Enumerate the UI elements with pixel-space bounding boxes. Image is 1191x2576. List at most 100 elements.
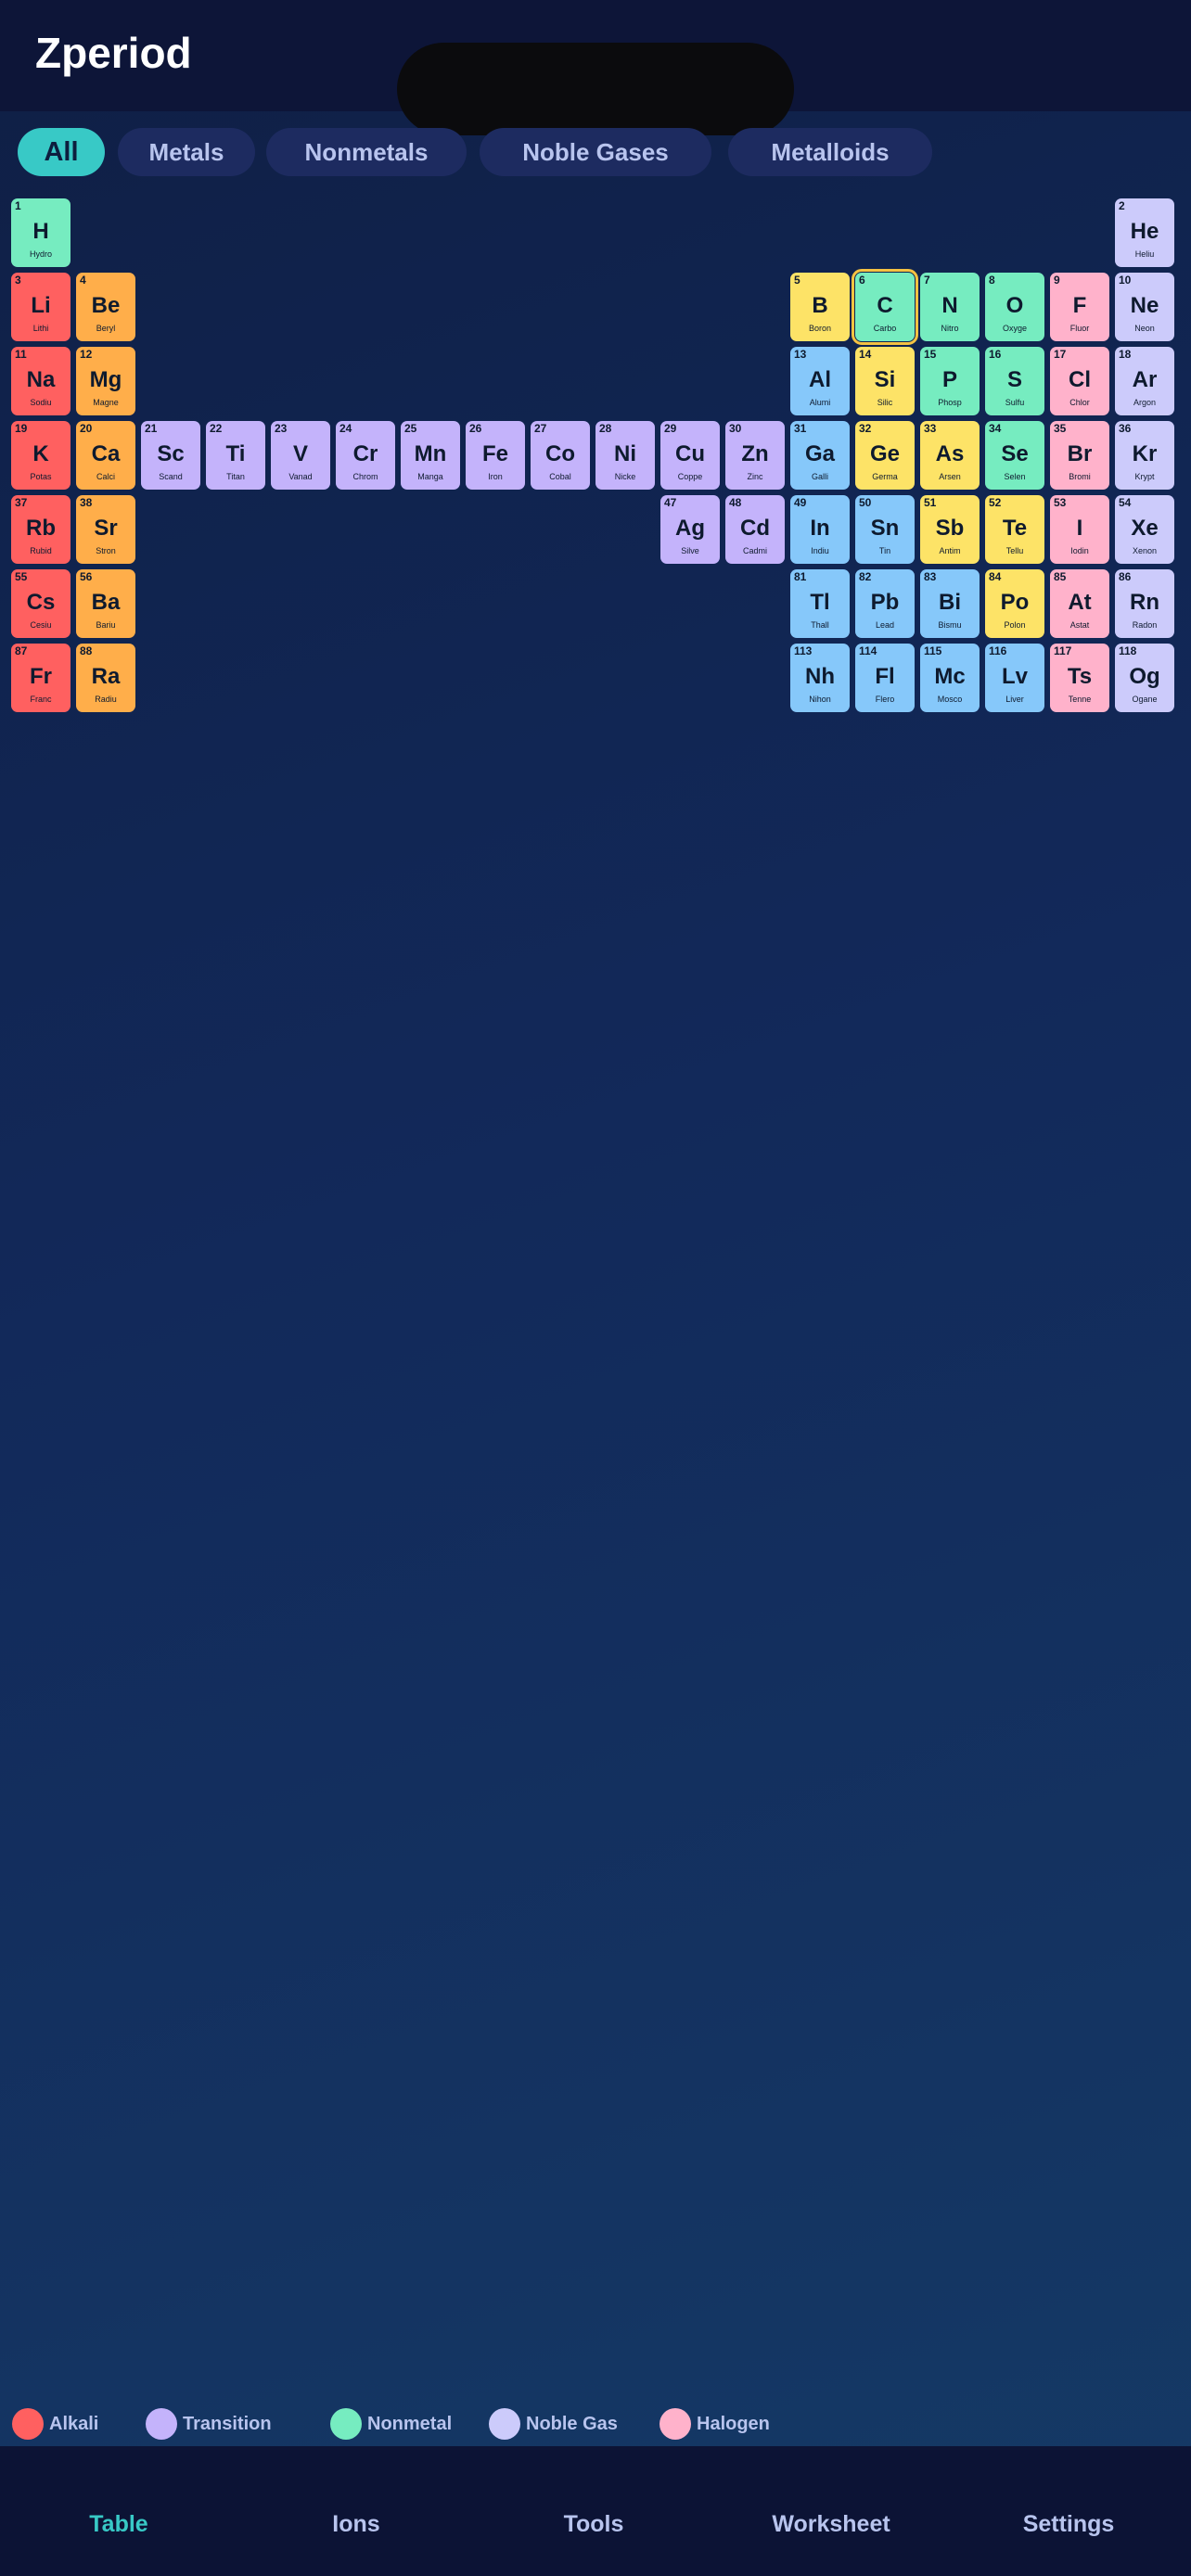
filter-chip-metals[interactable]: Metals <box>118 128 255 176</box>
element-cell-sc[interactable]: 21 Sc Scand <box>141 421 200 490</box>
element-cell-cd[interactable]: 48 Cd Cadmi <box>725 495 785 564</box>
element-symbol: Ge <box>869 441 900 466</box>
element-cell-mn[interactable]: 25 Mn Manga <box>401 421 460 490</box>
element-symbol: Al <box>809 367 831 392</box>
filter-chip-all[interactable]: All <box>18 128 105 176</box>
tab-table[interactable]: Table <box>26 2511 211 2538</box>
element-cell-xe[interactable]: 54 Xe Xenon <box>1115 495 1174 564</box>
element-cell-cr[interactable]: 24 Cr Chrom <box>336 421 395 490</box>
element-cell-fl[interactable]: 114 Fl Flero <box>855 644 915 712</box>
element-number: 2 <box>1119 199 1125 212</box>
element-cell-as[interactable]: 33 As Arsen <box>920 421 980 490</box>
element-cell-nh[interactable]: 113 Nh Nihon <box>790 644 850 712</box>
filter-chip-noble-gases[interactable]: Noble Gases <box>480 128 711 176</box>
element-cell-fr[interactable]: 87 Fr Franc <box>11 644 70 712</box>
element-cell-te[interactable]: 52 Te Tellu <box>985 495 1044 564</box>
element-cell-ra[interactable]: 88 Ra Radiu <box>76 644 135 712</box>
filter-chip-metalloids[interactable]: Metalloids <box>728 128 932 176</box>
element-symbol: P <box>941 367 957 392</box>
element-cell-bi[interactable]: 83 Bi Bismu <box>920 569 980 638</box>
element-cell-be[interactable]: 4 Be Beryl <box>76 273 135 341</box>
element-cell-v[interactable]: 23 V Vanad <box>271 421 330 490</box>
element-symbol: Po <box>1000 590 1030 615</box>
element-cell-se[interactable]: 34 Se Selen <box>985 421 1044 490</box>
element-cell-rn[interactable]: 86 Rn Radon <box>1115 569 1174 638</box>
element-number: 85 <box>1054 570 1067 583</box>
element-cell-c[interactable]: 6 C Carbo <box>852 269 918 345</box>
element-number: 14 <box>859 348 872 361</box>
element-cell-i[interactable]: 53 I Iodin <box>1050 495 1109 564</box>
element-symbol: Mn <box>414 441 447 466</box>
element-cell-kr[interactable]: 36 Kr Krypt <box>1115 421 1174 490</box>
element-symbol: I <box>1076 516 1083 541</box>
element-cell-mc[interactable]: 115 Mc Mosco <box>920 644 980 712</box>
element-cell-ne[interactable]: 10 Ne Neon <box>1115 273 1174 341</box>
element-cell-lv[interactable]: 116 Lv Liver <box>985 644 1044 712</box>
element-cell-n[interactable]: 7 N Nitro <box>920 273 980 341</box>
element-number: 27 <box>534 422 547 435</box>
element-cell-he[interactable]: 2 He Heliu <box>1115 198 1174 267</box>
element-cell-at[interactable]: 85 At Astat <box>1050 569 1109 638</box>
element-cell-ga[interactable]: 31 Ga Galli <box>790 421 850 490</box>
element-cell-og[interactable]: 118 Og Ogane <box>1115 644 1174 712</box>
tab-settings[interactable]: Settings <box>976 2511 1161 2538</box>
element-name: Sodiu <box>30 398 52 407</box>
element-cell-sb[interactable]: 51 Sb Antim <box>920 495 980 564</box>
element-cell-na[interactable]: 11 Na Sodiu <box>11 347 70 415</box>
element-name: Sulfu <box>1005 398 1025 407</box>
tab-worksheet[interactable]: Worksheet <box>738 2511 924 2538</box>
element-cell-ca[interactable]: 20 Ca Calci <box>76 421 135 490</box>
element-number: 4 <box>80 274 86 287</box>
element-cell-b[interactable]: 5 B Boron <box>790 273 850 341</box>
element-cell-mg[interactable]: 12 Mg Magne <box>76 347 135 415</box>
element-cell-cu[interactable]: 29 Cu Coppe <box>660 421 720 490</box>
element-cell-li[interactable]: 3 Li Lithi <box>11 273 70 341</box>
element-symbol: N <box>941 293 958 318</box>
element-cell-ar[interactable]: 18 Ar Argon <box>1115 347 1174 415</box>
element-cell-fe[interactable]: 26 Fe Iron <box>466 421 525 490</box>
element-number: 81 <box>794 570 807 583</box>
element-cell-ag[interactable]: 47 Ag Silve <box>660 495 720 564</box>
element-number: 115 <box>924 644 942 657</box>
legend-dot <box>146 2408 177 2440</box>
element-cell-in[interactable]: 49 In Indiu <box>790 495 850 564</box>
element-name: Radon <box>1132 620 1158 630</box>
element-name: Zinc <box>747 472 763 481</box>
element-name: Alumi <box>809 398 831 407</box>
element-cell-ba[interactable]: 56 Ba Bariu <box>76 569 135 638</box>
element-cell-br[interactable]: 35 Br Bromi <box>1050 421 1109 490</box>
element-cell-f[interactable]: 9 F Fluor <box>1050 273 1109 341</box>
element-cell-pb[interactable]: 82 Pb Lead <box>855 569 915 638</box>
element-number: 29 <box>664 422 677 435</box>
element-cell-cl[interactable]: 17 Cl Chlor <box>1050 347 1109 415</box>
element-cell-o[interactable]: 8 O Oxyge <box>985 273 1044 341</box>
element-cell-sn[interactable]: 50 Sn Tin <box>855 495 915 564</box>
element-symbol: Fe <box>481 441 508 466</box>
element-number: 18 <box>1119 348 1132 361</box>
element-name: Cadmi <box>742 546 767 555</box>
tab-tools[interactable]: Tools <box>501 2511 686 2538</box>
element-name: Beryl <box>96 324 116 333</box>
tab-ions[interactable]: Ions <box>263 2511 449 2538</box>
element-cell-ni[interactable]: 28 Ni Nicke <box>596 421 655 490</box>
filter-chip-nonmetals[interactable]: Nonmetals <box>266 128 467 176</box>
element-cell-ts[interactable]: 117 Ts Tenne <box>1050 644 1109 712</box>
element-symbol: B <box>812 293 828 318</box>
element-cell-p[interactable]: 15 P Phosp <box>920 347 980 415</box>
element-number: 50 <box>859 496 872 509</box>
element-cell-al[interactable]: 13 Al Alumi <box>790 347 850 415</box>
element-cell-h[interactable]: 1 H Hydro <box>11 198 70 267</box>
element-number: 12 <box>80 348 93 361</box>
element-cell-rb[interactable]: 37 Rb Rubid <box>11 495 70 564</box>
element-cell-sr[interactable]: 38 Sr Stron <box>76 495 135 564</box>
element-cell-ge[interactable]: 32 Ge Germa <box>855 421 915 490</box>
element-cell-po[interactable]: 84 Po Polon <box>985 569 1044 638</box>
element-cell-s[interactable]: 16 S Sulfu <box>985 347 1044 415</box>
element-cell-si[interactable]: 14 Si Silic <box>855 347 915 415</box>
element-cell-co[interactable]: 27 Co Cobal <box>531 421 590 490</box>
element-cell-zn[interactable]: 30 Zn Zinc <box>725 421 785 490</box>
element-cell-k[interactable]: 19 K Potas <box>11 421 70 490</box>
element-cell-ti[interactable]: 22 Ti Titan <box>206 421 265 490</box>
element-cell-tl[interactable]: 81 Tl Thall <box>790 569 850 638</box>
element-cell-cs[interactable]: 55 Cs Cesiu <box>11 569 70 638</box>
